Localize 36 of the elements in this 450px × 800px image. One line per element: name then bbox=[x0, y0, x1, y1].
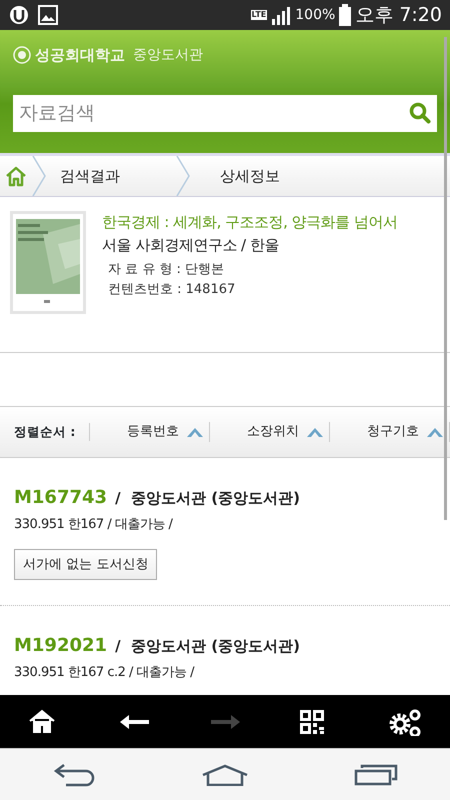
emblem-icon bbox=[13, 46, 31, 64]
content-number: 컨텐츠번호 : 148167 bbox=[107, 280, 236, 298]
breadcrumb-link[interactable]: 상세정보 bbox=[190, 156, 280, 196]
holding-detail: 330.951 한167 / 대출가능 / bbox=[14, 516, 174, 534]
sort-label: 정렬순서 : bbox=[0, 422, 90, 442]
settings-icon bbox=[388, 708, 422, 736]
recent-apps-icon[interactable] bbox=[354, 764, 398, 786]
registration-number: M192021 bbox=[14, 634, 108, 658]
home-icon[interactable] bbox=[4, 165, 28, 187]
holding-location: / 중앙도서관 (중앙도서관) bbox=[115, 636, 300, 657]
battery-percent: 100% bbox=[295, 6, 336, 24]
book-publisher: 서울 사회경제연구소 / 한울 bbox=[102, 234, 280, 256]
image-icon bbox=[38, 5, 58, 25]
clock: 오후 7:20 bbox=[355, 2, 442, 28]
sort-option[interactable]: 소장위치 bbox=[210, 422, 330, 442]
carrier-icon bbox=[8, 4, 30, 26]
library-name: 중앙도서관 bbox=[133, 46, 203, 65]
sort-arrow-icon bbox=[307, 427, 324, 437]
material-type: 자 료 유 형 : 단행본 bbox=[107, 261, 226, 279]
battery-icon bbox=[339, 4, 352, 26]
chevron-separator bbox=[176, 156, 190, 196]
search-icon[interactable] bbox=[409, 102, 431, 124]
sort-arrow-icon bbox=[187, 427, 204, 437]
network-label: LTE bbox=[250, 10, 268, 20]
request-button[interactable]: 서가에 없는 도서신청 bbox=[14, 548, 158, 580]
back-icon[interactable] bbox=[52, 762, 96, 786]
holding-detail: 330.951 한167 c.2 / 대출가능 / bbox=[14, 664, 196, 682]
university-name: 성공회대학교 bbox=[35, 45, 125, 66]
breadcrumb-link[interactable]: 검색결과 bbox=[46, 156, 176, 196]
holding-location: / 중앙도서관 (중앙도서관) bbox=[115, 488, 300, 509]
search-bar[interactable]: 자료검색 bbox=[13, 94, 437, 132]
sort-arrow-icon bbox=[426, 427, 443, 437]
chevron-separator bbox=[32, 156, 46, 196]
sort-option[interactable]: 등록번호 bbox=[90, 422, 210, 442]
home-icon[interactable] bbox=[200, 764, 249, 786]
registration-number: M167743 bbox=[14, 486, 108, 510]
